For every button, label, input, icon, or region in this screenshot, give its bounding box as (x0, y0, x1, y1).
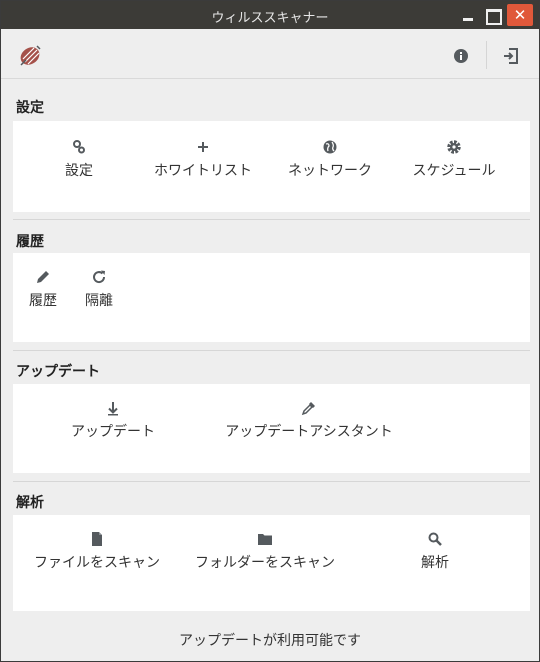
app-window: ウィルススキャナー ✕ 設定 設定 ホワイトリスト ネットワーク スケジュール … (0, 0, 540, 662)
cogs-icon (73, 140, 85, 154)
search-icon (428, 532, 442, 546)
network-label: ネットワーク (288, 163, 372, 179)
eyedropper-icon (301, 402, 315, 416)
scan-folder-label: フォルダーをスキャン (195, 555, 335, 571)
settings-panel: 設定 ホワイトリスト ネットワーク スケジュール (13, 121, 530, 212)
analysis-panel: ファイルをスキャン フォルダーをスキャン 解析 (13, 515, 530, 611)
status-message: アップデートが利用可能です (179, 633, 361, 649)
scan-file-button[interactable]: ファイルをスキャン (27, 530, 167, 572)
scan-file-label: ファイルをスキャン (34, 555, 160, 571)
file-icon (92, 532, 102, 546)
history-panel: 履歴 隔離 (13, 253, 530, 342)
history-button[interactable]: 履歴 (21, 268, 65, 310)
history-label: 履歴 (29, 293, 57, 309)
schedule-button[interactable]: スケジュール (399, 138, 509, 180)
quarantine-button[interactable]: 隔離 (77, 268, 121, 310)
pencil-icon (37, 271, 49, 283)
virus-scanner-logo-icon (20, 45, 41, 66)
settings-section-title: 設定 (16, 100, 44, 116)
sign-out-icon[interactable] (501, 46, 521, 66)
history-section-title: 履歴 (16, 234, 44, 250)
update-label: アップデート (71, 424, 155, 440)
update-section-title: アップデート (16, 364, 100, 380)
arrow-down-icon (108, 402, 118, 416)
minimize-button[interactable] (457, 4, 479, 26)
schedule-label: スケジュール (412, 163, 496, 179)
header-divider (486, 41, 487, 69)
whitelist-button[interactable]: ホワイトリスト (143, 138, 263, 180)
settings-label: 設定 (65, 163, 93, 179)
maximize-button[interactable] (481, 4, 503, 26)
globe-icon (323, 140, 337, 154)
analysis-button[interactable]: 解析 (405, 530, 465, 572)
analysis-label: 解析 (421, 555, 449, 571)
update-panel: アップデート アップデートアシスタント (13, 384, 530, 473)
settings-button[interactable]: 設定 (39, 138, 119, 180)
section-divider (13, 219, 530, 220)
gear-icon (447, 140, 461, 154)
whitelist-label: ホワイトリスト (154, 163, 252, 179)
analysis-section-title: 解析 (16, 495, 44, 511)
scan-folder-button[interactable]: フォルダーをスキャン (191, 530, 339, 572)
info-icon[interactable] (451, 46, 471, 66)
update-assistant-button[interactable]: アップデートアシスタント (221, 399, 397, 441)
app-header (1, 29, 539, 79)
update-button[interactable]: アップデート (63, 399, 163, 441)
folder-icon (258, 534, 272, 545)
refresh-icon (93, 270, 106, 284)
plus-icon (198, 142, 208, 152)
quarantine-label: 隔離 (85, 293, 113, 309)
section-divider (13, 350, 530, 351)
update-assistant-label: アップデートアシスタント (225, 424, 393, 440)
section-divider (13, 481, 530, 482)
title-bar[interactable]: ウィルススキャナー ✕ (1, 1, 539, 29)
network-button[interactable]: ネットワーク (275, 138, 385, 180)
close-button[interactable]: ✕ (507, 4, 533, 26)
